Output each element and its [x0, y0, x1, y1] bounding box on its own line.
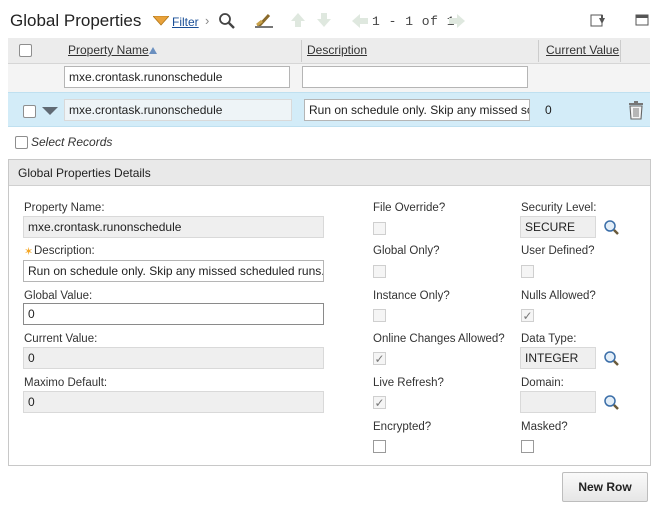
global-value-field[interactable]: 0	[23, 303, 324, 325]
masked-label: Masked?	[521, 421, 568, 433]
description-filter-input[interactable]	[302, 66, 528, 88]
column-header-current-value[interactable]: Current Value	[546, 43, 619, 57]
data-type-lookup-icon[interactable]	[603, 350, 620, 370]
data-type-label: Data Type:	[521, 333, 577, 345]
encrypted-checkbox[interactable]	[373, 440, 386, 453]
file-override-label: File Override?	[373, 202, 446, 214]
row-expand-icon[interactable]	[41, 105, 59, 119]
current-value-field: 0	[23, 347, 324, 369]
clear-filter-icon[interactable]	[254, 11, 274, 29]
description-field[interactable]: Run on schedule only. Skip any missed sc…	[23, 260, 324, 282]
column-header-property-name[interactable]: Property Name	[68, 43, 149, 57]
required-star-icon: ✶	[24, 246, 34, 258]
filter-link[interactable]: Filter	[172, 15, 199, 29]
live-refresh-label: Live Refresh?	[373, 377, 444, 389]
select-records-checkbox[interactable]	[15, 136, 28, 149]
domain-label: Domain:	[521, 377, 564, 389]
online-changes-checkbox-checked: ✓	[373, 352, 386, 366]
security-level-field: SECURE	[520, 216, 596, 238]
row-property-name: mxe.crontask.runonschedule	[64, 99, 292, 121]
row-select-checkbox[interactable]	[23, 105, 36, 118]
online-changes-label: Online Changes Allowed?	[373, 333, 505, 345]
domain-field	[520, 391, 596, 413]
column-header-description[interactable]: Description	[307, 43, 367, 57]
domain-lookup-icon[interactable]	[603, 394, 620, 414]
description-label: Description:	[34, 245, 95, 257]
row-description[interactable]: Run on schedule only. Skip any missed sc…	[304, 99, 530, 121]
sort-ascending-icon[interactable]	[149, 44, 157, 58]
data-type-field: INTEGER	[520, 347, 596, 369]
nulls-allowed-checkbox-checked: ✓	[521, 309, 534, 323]
collapse-table-icon[interactable]	[635, 14, 649, 29]
search-icon[interactable]	[218, 12, 236, 30]
page-title: Global Properties	[10, 11, 142, 30]
row-current-value: 0	[545, 103, 552, 117]
maximo-default-label: Maximo Default:	[24, 377, 108, 389]
security-level-label: Security Level:	[521, 202, 597, 214]
next-page-icon	[448, 13, 466, 32]
nulls-allowed-label: Nulls Allowed?	[521, 290, 596, 302]
property-name-field: mxe.crontask.runonschedule	[23, 216, 324, 238]
delete-row-icon[interactable]	[627, 100, 645, 123]
current-value-label: Current Value:	[24, 333, 98, 345]
download-icon[interactable]	[590, 13, 606, 32]
new-row-button[interactable]: New Row	[562, 472, 648, 502]
global-value-label: Global Value:	[24, 290, 93, 302]
arrow-up-icon	[290, 11, 306, 32]
global-only-checkbox	[373, 265, 386, 278]
security-level-lookup-icon[interactable]	[603, 219, 620, 239]
maximo-default-field: 0	[23, 391, 324, 413]
live-refresh-checkbox-checked: ✓	[373, 396, 386, 410]
chevron-right-icon[interactable]: ›	[205, 13, 209, 28]
property-name-label: Property Name:	[24, 202, 105, 214]
details-title: Global Properties Details	[18, 166, 151, 180]
user-defined-checkbox	[521, 265, 534, 278]
pagination-info: 1 - 1 of 1	[372, 14, 456, 29]
select-all-checkbox[interactable]	[19, 44, 32, 57]
file-override-checkbox	[373, 222, 386, 235]
user-defined-label: User Defined?	[521, 245, 595, 257]
masked-checkbox[interactable]	[521, 440, 534, 453]
previous-page-icon	[351, 13, 369, 32]
filter-icon[interactable]	[153, 16, 169, 26]
instance-only-checkbox	[373, 309, 386, 322]
property-name-filter-input[interactable]: mxe.crontask.runonschedule	[64, 66, 290, 88]
select-records-label[interactable]: Select Records	[31, 135, 112, 149]
encrypted-label: Encrypted?	[373, 421, 432, 433]
arrow-down-icon	[316, 11, 332, 32]
instance-only-label: Instance Only?	[373, 290, 450, 302]
global-only-label: Global Only?	[373, 245, 440, 257]
